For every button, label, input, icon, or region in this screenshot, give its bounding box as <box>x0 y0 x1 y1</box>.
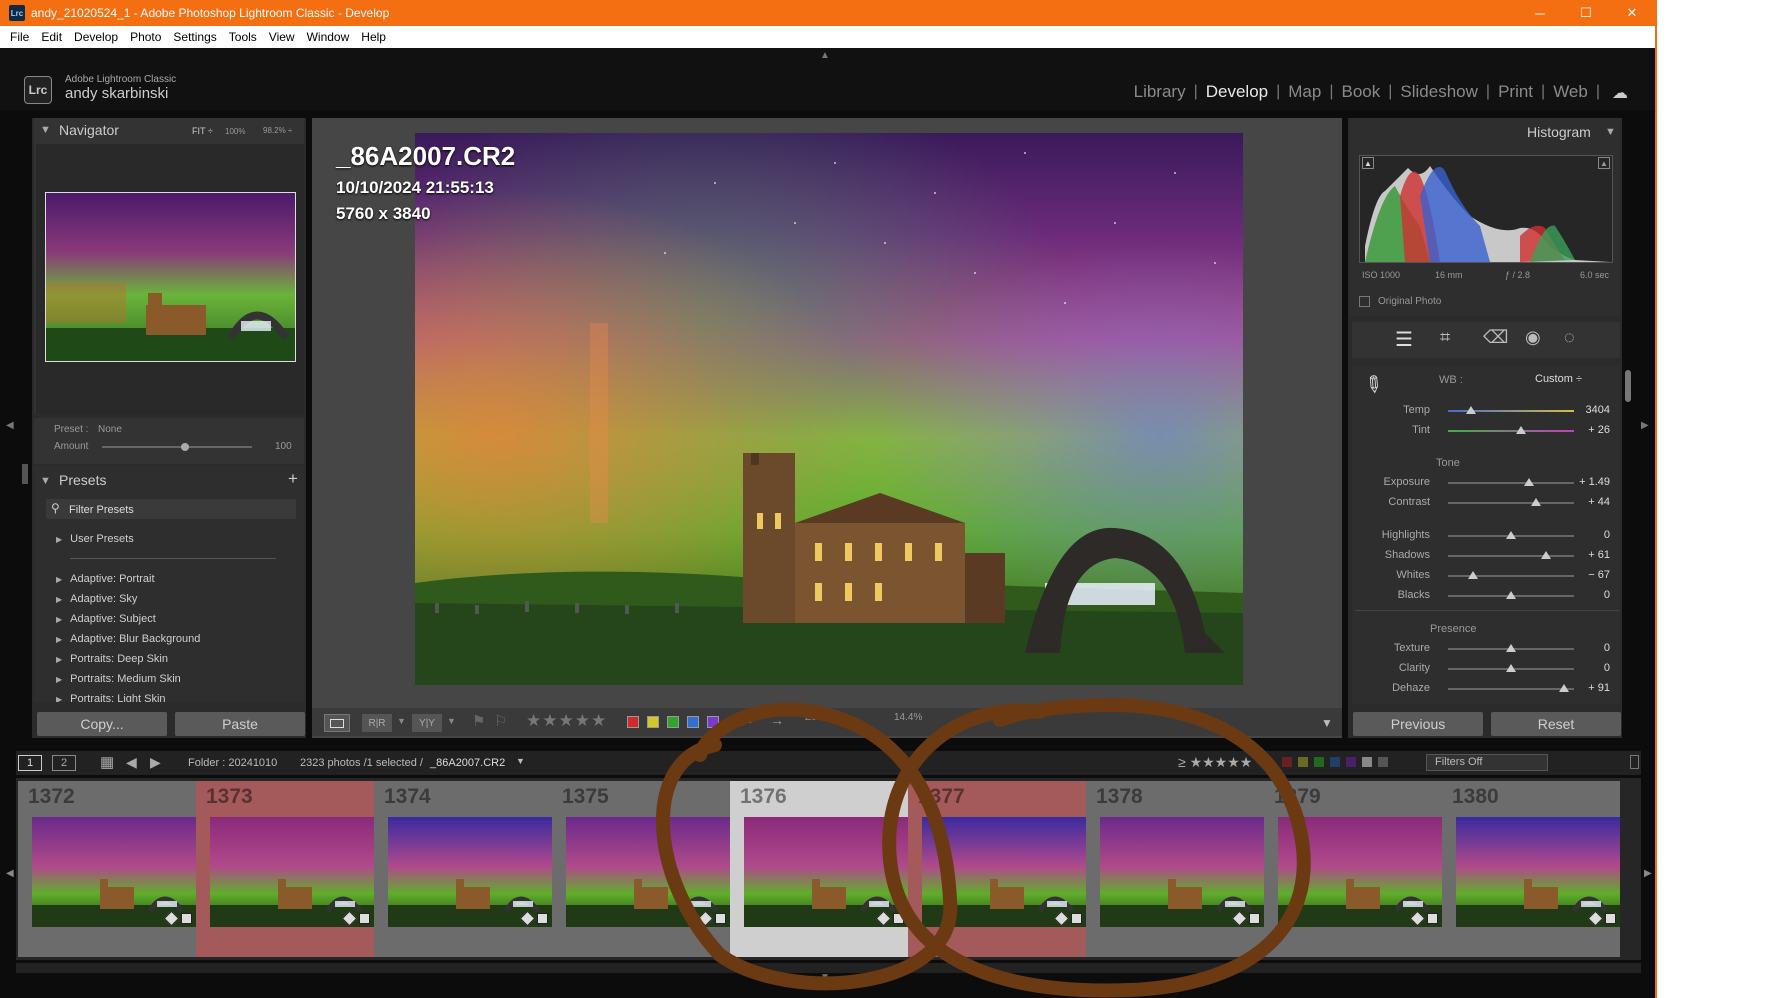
window-border <box>1655 0 1657 998</box>
hand-drawn-annotation <box>656 697 1311 998</box>
lightroom-window: Lrc andy_21020524_1 - Adobe Photoshop Li… <box>0 0 1655 998</box>
